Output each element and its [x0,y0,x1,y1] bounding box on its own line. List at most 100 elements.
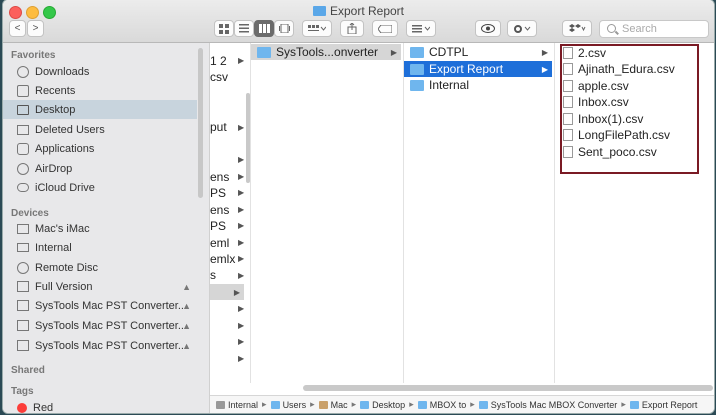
list-item[interactable]: 1 2 [210,53,227,69]
chevron-right-icon: ▶ [238,123,245,132]
sidebar-item-icloud-drive[interactable]: iCloud Drive [3,178,197,197]
clock-icon [17,84,29,97]
eject-icon[interactable]: ▲ [182,282,191,292]
sidebar-section-shared: Shared [11,365,45,376]
list-item[interactable]: ens [210,202,229,218]
share-button[interactable] [340,20,364,37]
list-item[interactable]: ens [210,169,229,185]
path-segment[interactable]: SysTools Mac MBOX Converter [478,400,617,410]
sidebar-item-systools-1[interactable]: SysTools Mac PST Converter... ▲ [3,296,197,315]
disc-icon [17,261,29,274]
red-tag-icon [17,402,27,413]
group-by-button[interactable] [302,20,332,37]
eject-icon[interactable]: ▲ [182,301,191,311]
chevron-right-icon: ▶ [238,172,245,181]
action-button[interactable] [507,20,537,37]
column-3: CDTPL ▶ Export Report ▶ Internal [404,43,555,383]
list-item[interactable]: put [210,119,227,135]
horizontal-scrollbar[interactable] [303,385,713,391]
list-item[interactable]: csv [210,69,228,85]
chevron-right-icon: ▶ [238,56,245,65]
tags-button[interactable] [372,20,398,37]
sidebar-item-recents[interactable]: Recents [3,81,197,100]
sidebar-item-deleted-users[interactable]: Deleted Users [3,120,197,139]
path-segment[interactable]: MBOX to [417,400,466,410]
cloud-icon [17,183,29,192]
disk-icon [17,340,29,351]
gallery-view-button[interactable] [274,20,294,37]
sidebar-item-systools-2[interactable]: SysTools Mac PST Converter... ▲ [3,316,197,335]
path-segment[interactable]: Internal [216,400,258,410]
chevron-right-icon: ▶ [390,47,397,57]
list-item[interactable]: eml [210,235,229,251]
path-segment[interactable]: Desktop [360,400,405,410]
sidebar-item-desktop[interactable]: Desktop [3,100,197,119]
eject-icon[interactable]: ▲ [182,321,191,331]
sidebar-item-applications[interactable]: Applications [3,139,197,158]
sidebar-item-downloads[interactable]: Downloads [3,62,197,81]
chevron-right-icon: ▶ [238,205,245,214]
chevron-right-icon: ▶ [238,221,245,230]
chevron-right-icon: ▸ [351,399,357,409]
sidebar-item-tag-red[interactable]: Red [3,398,197,413]
list-item[interactable]: PS [210,185,226,201]
titlebar: Export Report < > Search [3,0,714,43]
column-scrollbar[interactable] [246,93,250,183]
home-icon [318,400,328,409]
forward-button[interactable]: > [27,20,44,37]
path-segment[interactable]: Mac [318,400,348,410]
folder-icon [410,63,424,75]
sidebar-item-internal[interactable]: Internal [3,238,197,257]
list-item[interactable]: emlx [210,251,235,267]
group-icon [308,24,326,31]
folder-icon [312,6,326,16]
folder-icon [270,400,280,409]
chevron-right-icon: ▶ [238,271,245,280]
finder-window: Export Report < > Search Favorites Downl… [3,0,714,413]
list-view-button[interactable] [234,20,254,37]
search-icon [607,24,616,33]
search-input[interactable]: Search [599,20,709,38]
chevron-right-icon: ▶ [238,304,245,313]
column-2: SysTools...onverter ▶ [251,43,404,383]
sidebar-item-full-version[interactable]: Full Version ▲ [3,277,197,296]
sidebar-item-airdrop[interactable]: AirDrop [3,159,197,178]
sidebar: Favorites Downloads Recents Desktop Dele… [3,43,210,413]
arrange-button[interactable] [406,20,436,37]
window-title: Export Report [3,4,714,18]
desktop-icon [17,104,29,115]
dropbox-button[interactable] [562,20,592,37]
list-item-internal[interactable]: Internal [404,77,552,93]
chevron-right-icon: ▸ [310,399,315,409]
sidebar-item-macs-imac[interactable]: Mac's iMac [3,219,197,238]
path-segment[interactable]: Export Report [629,400,697,410]
list-item-cdtpl[interactable]: CDTPL ▶ [404,44,552,60]
list-item[interactable]: s [210,267,216,283]
back-button[interactable]: < [9,20,26,37]
list-item-systools[interactable]: SysTools...onverter ▶ [251,44,401,60]
sidebar-section-devices: Devices [11,208,49,219]
disk-icon [17,300,29,311]
chevron-right-icon: ▶ [238,354,245,363]
column-view-button[interactable] [254,20,274,37]
share-icon [347,23,357,34]
list-icon [239,24,249,33]
quick-look-button[interactable] [475,20,501,37]
icon-view-button[interactable] [214,20,234,37]
sidebar-scrollbar[interactable] [198,48,203,198]
list-item[interactable]: ▶ [210,284,244,300]
gear-icon [514,24,531,33]
path-segment[interactable]: Users [270,400,306,410]
gallery-icon [278,24,290,33]
sidebar-item-remote-disc[interactable]: Remote Disc [3,258,197,277]
chevron-right-icon: ▶ [541,64,548,74]
list-item-export-report[interactable]: Export Report ▶ [404,61,552,77]
disk-icon [17,243,29,252]
eject-icon[interactable]: ▲ [182,341,191,351]
sidebar-item-systools-3[interactable]: SysTools Mac PST Converter... ▲ [3,336,197,355]
list-item[interactable]: PS [210,218,226,234]
column-1: 1 2 csv put ens PS ens PS eml emlx s ▶ ▶… [210,43,251,383]
chevron-right-icon: ▶ [238,238,245,247]
folder-icon [417,400,427,409]
folder-icon [410,46,424,58]
